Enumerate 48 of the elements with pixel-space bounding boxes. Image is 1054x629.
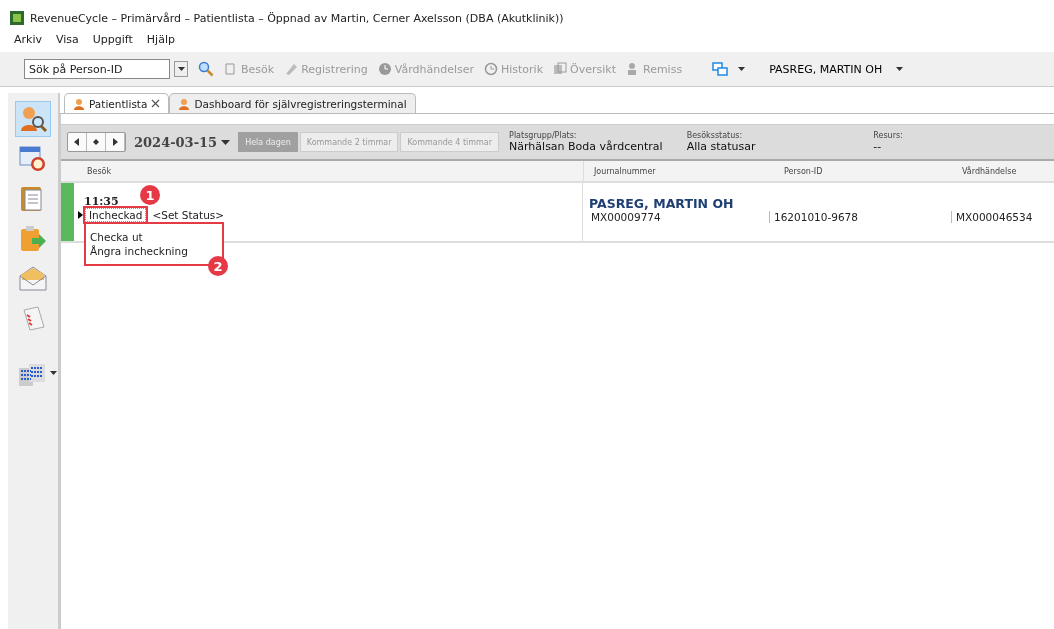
column-header: Vårdhändelse — [962, 166, 1018, 176]
patient-name[interactable]: PASREG, MARTIN OH — [589, 196, 1054, 211]
person-icon — [178, 97, 191, 110]
windows-icon[interactable] — [712, 62, 729, 76]
menu-item[interactable]: Arkiv — [14, 32, 42, 46]
caret-icon[interactable] — [221, 139, 231, 145]
tab[interactable]: Patientlista — [64, 93, 170, 113]
sidebar-item[interactable] — [15, 101, 51, 137]
field-value[interactable]: -- — [873, 140, 1048, 153]
pointer-icon[interactable] — [78, 211, 83, 219]
envelope-icon — [18, 264, 48, 294]
set-status-link[interactable]: <Set Status> — [152, 209, 225, 221]
table-cell-text: MX00009774 — [591, 211, 662, 223]
person-icon — [73, 97, 85, 110]
dropdown-button[interactable] — [174, 61, 188, 77]
menu-item[interactable]: Visa — [56, 32, 79, 46]
menu-item[interactable]: Checka ut — [90, 230, 218, 244]
menu-item[interactable]: Hjälp — [146, 32, 175, 46]
caret-icon[interactable] — [738, 67, 746, 71]
search-icon[interactable] — [198, 61, 214, 77]
table-cell: MX000046534 — [951, 211, 1054, 223]
menu-item[interactable]: Ångra incheckning — [90, 244, 218, 258]
close-icon[interactable] — [151, 99, 161, 108]
calendar-clock-icon — [18, 144, 48, 174]
person-search-icon — [18, 104, 48, 134]
caret-icon[interactable] — [50, 371, 57, 375]
window-title: RevenueCycle – Primärvård – Patientlista – Öppnad av Martin, Cerner Axelsson (DBA (Akutklinik)) — [30, 11, 564, 25]
field-value[interactable]: Alla statusar — [686, 140, 862, 153]
caret-icon[interactable] — [896, 67, 904, 71]
field-label: Platsgrupp/Plats: — [509, 131, 578, 140]
table-cell: 16201010-9678 — [769, 211, 951, 223]
field-label: Resurs: — [873, 131, 904, 140]
user-menu-button[interactable]: PASREG, MARTIN OH — [769, 62, 904, 76]
clipboard-arrow-icon — [18, 224, 48, 254]
visit-time: 11:35 — [84, 195, 119, 208]
date-picker[interactable]: 2024-03-15 — [134, 134, 231, 150]
callout-badge: 1 — [140, 185, 160, 205]
menu-item[interactable]: Uppgift — [92, 32, 133, 46]
field-label: Besöksstatus: — [686, 131, 744, 140]
field-value[interactable]: Närhälsan Boda vårdcentral — [509, 140, 675, 153]
column-header: Journalnummer — [594, 166, 657, 176]
caret-icon[interactable] — [177, 67, 185, 71]
tab[interactable]: Dashboard för självregistreringsterminal — [169, 93, 416, 113]
callout-badge: 2 — [208, 256, 228, 276]
column-header: Person-ID — [784, 166, 824, 176]
column-header: Besök — [87, 166, 112, 176]
search-field[interactable]: Sök på Person-ID — [24, 59, 170, 79]
app-logo-icon[interactable] — [10, 11, 24, 25]
